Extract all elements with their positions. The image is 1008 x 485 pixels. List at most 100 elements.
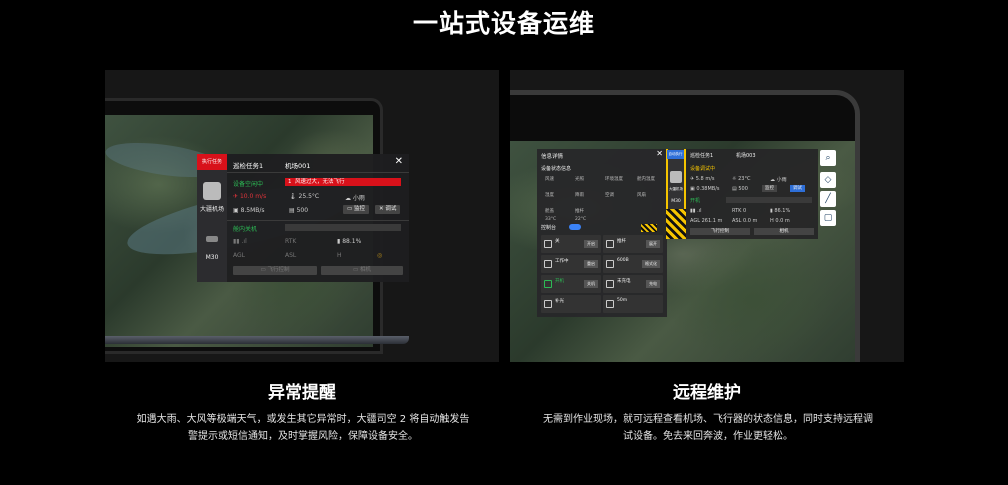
tile-button[interactable]: 关机 bbox=[584, 280, 598, 288]
dock-icon bbox=[203, 182, 221, 200]
altitude-icon bbox=[606, 300, 614, 308]
info-cell: 环境温度 bbox=[605, 177, 623, 182]
info-cell: 湿度 bbox=[545, 193, 554, 198]
battery-value: 88.1% bbox=[342, 238, 362, 245]
dock-label: 大疆机场 bbox=[199, 206, 224, 213]
fly-control-button[interactable]: 飞行控制 bbox=[690, 228, 750, 235]
control-tile: 关 开启 bbox=[541, 235, 601, 253]
alert-banner: 1 风速过大，无法飞行 bbox=[285, 178, 401, 186]
dock-label: 大疆机场 bbox=[669, 187, 683, 191]
camera-button[interactable]: ▭ 相机 bbox=[321, 266, 403, 275]
weather: ☁ 小雨 bbox=[770, 177, 787, 183]
drone-status: 舱内关机 bbox=[233, 226, 258, 233]
tile-icon bbox=[544, 260, 552, 268]
device-dialog: 执行任务 大疆机场 M30 巡检任务1 机场001 ✕ 设备空闲中 1 风速过大… bbox=[197, 154, 409, 282]
alert-section-description: 如遇大雨、大风等极端天气，或发生其它异常时，大疆司空 2 将自动触发告警提示或短… bbox=[136, 414, 470, 442]
tile-label: 补光 bbox=[555, 299, 564, 304]
control-tile: 推杆 展开 bbox=[603, 235, 663, 253]
divider bbox=[227, 172, 409, 173]
maintenance-section-description: 无需到作业现场，就可远程查看机场、飞行器的状态信息，同时支持远程调试设备。免去来… bbox=[543, 414, 873, 442]
map-toolbar: ⌕ ◇ ╱ ▢ bbox=[820, 150, 836, 229]
remote-maintenance-panel: ⌕ ◇ ╱ ▢ 信息详情 ✕ 设备状态信息 风速 光照 环境温度 舱内温度 湿度… bbox=[510, 70, 904, 362]
control-tile: 工作中 重启 bbox=[541, 255, 601, 273]
signal: ▮▮ .ıl bbox=[690, 208, 702, 214]
drone-label: M30 bbox=[671, 199, 681, 204]
control-title: 控制台 bbox=[541, 225, 557, 231]
dock-icon bbox=[670, 171, 682, 183]
storage-value: 500 bbox=[296, 207, 309, 214]
task-tab[interactable]: 执行任务 bbox=[197, 154, 227, 170]
tile-button[interactable]: 格式化 bbox=[642, 260, 660, 268]
agl: AGL 261.1 m bbox=[690, 218, 723, 224]
tile-label: 50m bbox=[617, 298, 628, 303]
divider bbox=[227, 220, 409, 221]
rtk: RTK 0 bbox=[732, 208, 747, 214]
info-cell: 33°C bbox=[545, 217, 557, 222]
asl: ASL bbox=[285, 252, 297, 259]
debug-button[interactable]: ✕ 调试 bbox=[375, 205, 401, 214]
temp-value: 25.5°C bbox=[298, 193, 320, 200]
tile-button[interactable]: 开启 bbox=[584, 240, 598, 248]
alert-number: 1 bbox=[288, 179, 292, 185]
height: H bbox=[337, 252, 342, 259]
drone-status: 开机 bbox=[690, 198, 701, 204]
task-name: 巡检任务1 bbox=[233, 162, 264, 170]
info-cell: 降雨 bbox=[575, 193, 584, 198]
drone-icon bbox=[206, 236, 218, 242]
fly-control-button[interactable]: ▭ 飞行控制 bbox=[233, 266, 317, 275]
tile-label: 未充电 bbox=[617, 279, 631, 284]
debug-button[interactable]: 调试 bbox=[790, 185, 805, 192]
warning-icon: ◎ bbox=[377, 252, 383, 259]
tile-button[interactable]: 充电 bbox=[646, 280, 660, 288]
storage: ▤ 500 bbox=[732, 186, 748, 192]
pin-icon[interactable]: ◇ bbox=[820, 172, 836, 188]
agl: AGL bbox=[233, 252, 245, 259]
weather-value: 小雨 bbox=[776, 177, 787, 183]
temperature: ☼ 23°C bbox=[732, 176, 751, 182]
monitor-button[interactable]: 监控 bbox=[762, 185, 777, 192]
power-icon bbox=[544, 280, 552, 288]
section-title: 设备状态信息 bbox=[541, 166, 572, 172]
weather-value: 小雨 bbox=[352, 195, 365, 202]
battery: ▮ 86.1% bbox=[770, 208, 791, 214]
maintenance-section-title: 远程维护 bbox=[673, 383, 741, 403]
drone-status-bar bbox=[285, 224, 401, 231]
tile-icon bbox=[606, 260, 614, 268]
area-icon[interactable]: ▢ bbox=[820, 210, 836, 226]
info-detail-card: 信息详情 ✕ 设备状态信息 风速 光照 环境温度 舱内温度 湿度 降雨 空调 风… bbox=[537, 149, 667, 317]
control-tile: 补光 bbox=[541, 295, 601, 313]
close-icon[interactable]: ✕ bbox=[395, 156, 403, 167]
dock-name: 机场003 bbox=[736, 153, 756, 159]
control-toggle[interactable] bbox=[569, 224, 581, 230]
debug-label: 调试 bbox=[385, 206, 397, 212]
search-icon[interactable]: ⌕ bbox=[820, 150, 836, 166]
dock-status: 设备空闲中 bbox=[233, 181, 264, 188]
camera-button[interactable]: 相机 bbox=[754, 228, 814, 235]
close-icon[interactable]: ✕ bbox=[656, 149, 663, 158]
dock-status: 设备调试中 bbox=[690, 166, 716, 172]
info-cell: 风速 bbox=[545, 177, 554, 182]
monitor-button[interactable]: ▭ 监控 bbox=[343, 205, 369, 214]
device-status-card: 巡检任务1 机场003 设备调试中 ✈ 5.8 m/s ☼ 23°C ☁ 小雨 … bbox=[686, 149, 818, 239]
info-cell: 22°C bbox=[575, 217, 587, 222]
signal: ▮▮ .ıl bbox=[233, 238, 247, 245]
alert-section-title: 异常提醒 bbox=[268, 383, 336, 403]
tile-icon bbox=[544, 240, 552, 248]
info-cell: 风扇 bbox=[637, 193, 646, 198]
network-speed: ▣ 8.5MB/s bbox=[233, 207, 265, 214]
weather: ☁ 小雨 bbox=[345, 195, 365, 202]
light-icon bbox=[544, 300, 552, 308]
control-tile: 50m bbox=[603, 295, 663, 313]
card-title: 信息详情 bbox=[541, 154, 564, 160]
auto-badge: 自动执行 bbox=[667, 150, 684, 159]
drone-label: M30 bbox=[205, 254, 219, 261]
tile-button[interactable]: 重启 bbox=[584, 260, 598, 268]
info-cell: 光照 bbox=[575, 177, 584, 182]
tile-label: 600B bbox=[617, 258, 629, 263]
hazard-stripe bbox=[666, 209, 686, 239]
tile-button[interactable]: 展开 bbox=[646, 240, 660, 248]
wind-speed: ✈ 5.8 m/s bbox=[690, 176, 715, 182]
dock-name: 机场001 bbox=[285, 162, 311, 170]
line-icon[interactable]: ╱ bbox=[820, 191, 836, 207]
tile-icon bbox=[606, 240, 614, 248]
